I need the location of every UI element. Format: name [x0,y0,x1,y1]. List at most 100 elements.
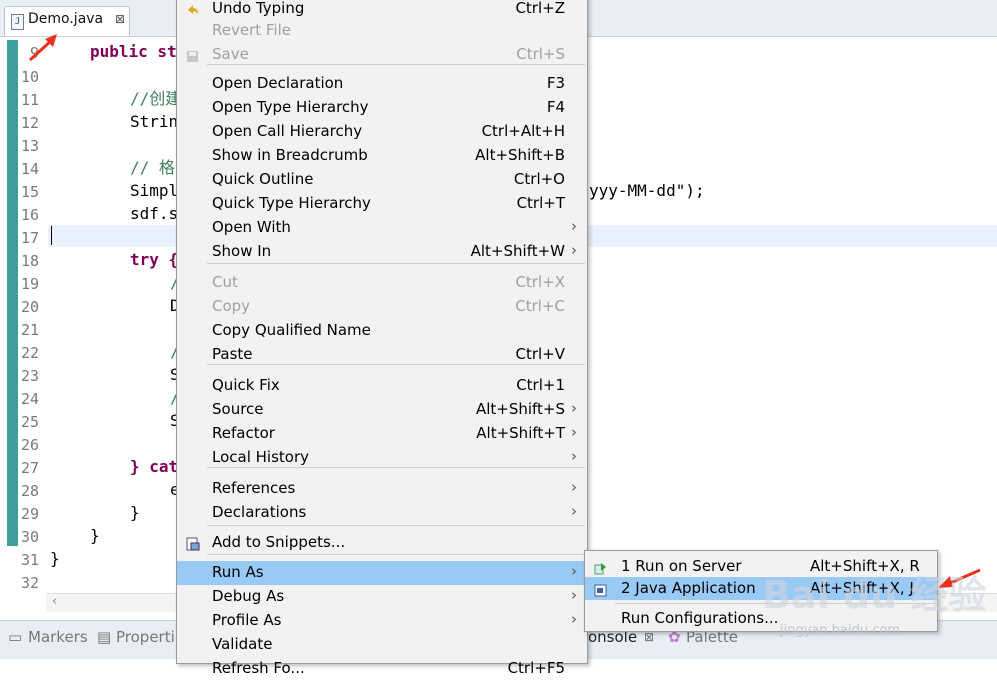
menu-item-shortcut: Alt+Shift+W [470,242,565,260]
menu-item-save[interactable]: Save Ctrl+S [177,43,587,67]
line-number: 25 [20,413,39,431]
tab-properties[interactable]: Properti [116,628,175,646]
menu-item-label: Open Type Hierarchy [212,98,369,116]
menu-item-shortcut: Ctrl+Z [515,0,565,17]
code-line: } [90,526,100,545]
menu-item-open-type-hierarchy[interactable]: Open Type Hierarchy F4 [177,96,587,120]
close-icon[interactable]: ⊠ [644,630,654,644]
menu-item-open-with[interactable]: Open With › [177,216,587,240]
menu-item-label: Open Declaration [212,74,344,92]
line-number: 24 [20,390,39,408]
submenu-item-label: 1 Run on Server [621,557,742,575]
menu-item-local-history[interactable]: Local History › [177,446,587,470]
line-number: 21 [20,321,39,339]
menu-item-shortcut: Ctrl+O [513,170,565,188]
code-line: //创建 [130,89,182,108]
menu-item-label: Run As [212,563,264,581]
menu-item-paste[interactable]: Paste Ctrl+V [177,343,587,367]
code-line: Strin [130,112,179,131]
menu-item-copy-qualified-name[interactable]: Copy Qualified Name [177,319,587,343]
line-number: 26 [20,436,39,454]
menu-item-add-to-snippets[interactable]: Add to Snippets... [177,531,587,555]
menu-item-shortcut: Ctrl+S [516,45,565,63]
menu-item-revert-file[interactable]: Revert File [177,19,587,43]
line-number: 31 [20,551,39,569]
menu-item-label: Paste [212,345,253,363]
code-line-tail: yyy-MM-dd"); [589,181,705,200]
menu-item-source[interactable]: Source Alt+Shift+S › [177,398,587,422]
undo-icon [186,2,199,15]
menu-item-copy[interactable]: Copy Ctrl+C [177,295,587,319]
menu-item-label: Validate [212,635,273,653]
chevron-right-icon: › [571,562,577,580]
menu-item-label: Debug As [212,587,285,605]
menu-item-label: Revert File [212,21,291,39]
menu-item-quick-outline[interactable]: Quick Outline Ctrl+O [177,168,587,192]
submenu-item-label: Run Configurations... [621,609,779,627]
menu-item-open-call-hierarchy[interactable]: Open Call Hierarchy Ctrl+Alt+H [177,120,587,144]
properties-icon: ▤ [97,628,112,646]
tab-markers[interactable]: Markers [28,628,88,646]
line-number: 17 [20,229,39,247]
menu-item-refresh-fo[interactable]: Refresh Fo... Ctrl+F5 [177,657,587,681]
menu-item-open-declaration[interactable]: Open Declaration F3 [177,72,587,96]
menu-item-label: References [212,479,296,497]
save-icon [186,48,199,62]
line-number: 11 [20,91,39,109]
menu-item-shortcut: Ctrl+C [515,297,565,315]
menu-separator [207,525,585,526]
menu-item-label: Source [212,400,264,418]
code-line: } [50,549,60,568]
line-number: 14 [20,160,39,178]
menu-item-label: Quick Fix [212,376,280,394]
java-app-icon [594,582,607,597]
chevron-right-icon: › [571,423,577,441]
chevron-right-icon: › [571,610,577,628]
close-icon[interactable]: ⊠ [115,12,125,26]
line-number: 29 [20,505,39,523]
tab-demo-java[interactable]: J Demo.java ⊠ [4,6,130,36]
menu-item-shortcut: Alt+Shift+B [475,146,565,164]
line-number: 23 [20,367,39,385]
menu-item-label: Save [212,45,249,63]
menu-item-shortcut: Ctrl+X [515,273,565,291]
menu-item-profile-as[interactable]: Profile As › [177,609,587,633]
menu-item-label: Quick Type Hierarchy [212,194,371,212]
menu-item-shortcut: Alt+Shift+T [476,424,565,442]
menu-item-debug-as[interactable]: Debug As › [177,585,587,609]
menu-item-undo-typing[interactable]: Undo Typing Ctrl+Z [177,0,587,21]
menu-item-validate[interactable]: Validate [177,633,587,657]
change-ruler [7,40,18,546]
baidu-watermark: Bai du 经验 jingyan.baidu.com [760,560,990,656]
code-line: } [130,503,140,522]
menu-item-references[interactable]: References › [177,477,587,501]
menu-item-cut[interactable]: Cut Ctrl+X [177,271,587,295]
menu-item-declarations[interactable]: Declarations › [177,501,587,525]
code-line: } cat [130,457,179,476]
menu-item-quick-fix[interactable]: Quick Fix Ctrl+1 [177,374,587,398]
menu-item-label: Refactor [212,424,275,442]
menu-item-label: Undo Typing [212,0,305,17]
chevron-right-icon: › [571,241,577,259]
line-number: 28 [20,482,39,500]
menu-item-label: Cut [212,273,238,291]
menu-item-show-in-breadcrumb[interactable]: Show in Breadcrumb Alt+Shift+B [177,144,587,168]
chevron-left-icon[interactable]: ‹ [52,594,57,609]
watermark-url: jingyan.baidu.com [779,623,900,638]
menu-item-show-in[interactable]: Show In Alt+Shift+W › [177,240,587,264]
line-number: 15 [20,183,39,201]
menu-item-shortcut: Alt+Shift+S [475,400,565,418]
menu-item-label: Add to Snippets... [212,533,346,551]
menu-item-label: Show in Breadcrumb [212,146,368,164]
menu-item-quick-type-hierarchy[interactable]: Quick Type Hierarchy Ctrl+T [177,192,587,216]
menu-item-label: Declarations [212,503,307,521]
menu-item-run-as[interactable]: Run As › [177,561,587,585]
menu-item-refactor[interactable]: Refactor Alt+Shift+T › [177,422,587,446]
menu-item-label: Profile As [212,611,282,629]
baidu-logo: Bai du 经验 jingyan.baidu.com [762,573,986,638]
menu-item-label: Copy [212,297,251,315]
watermark-brand: Bai du 经验 [762,573,986,617]
code-line: // 格 [130,158,175,177]
line-number: 22 [20,344,39,362]
menu-item-label: Quick Outline [212,170,314,188]
